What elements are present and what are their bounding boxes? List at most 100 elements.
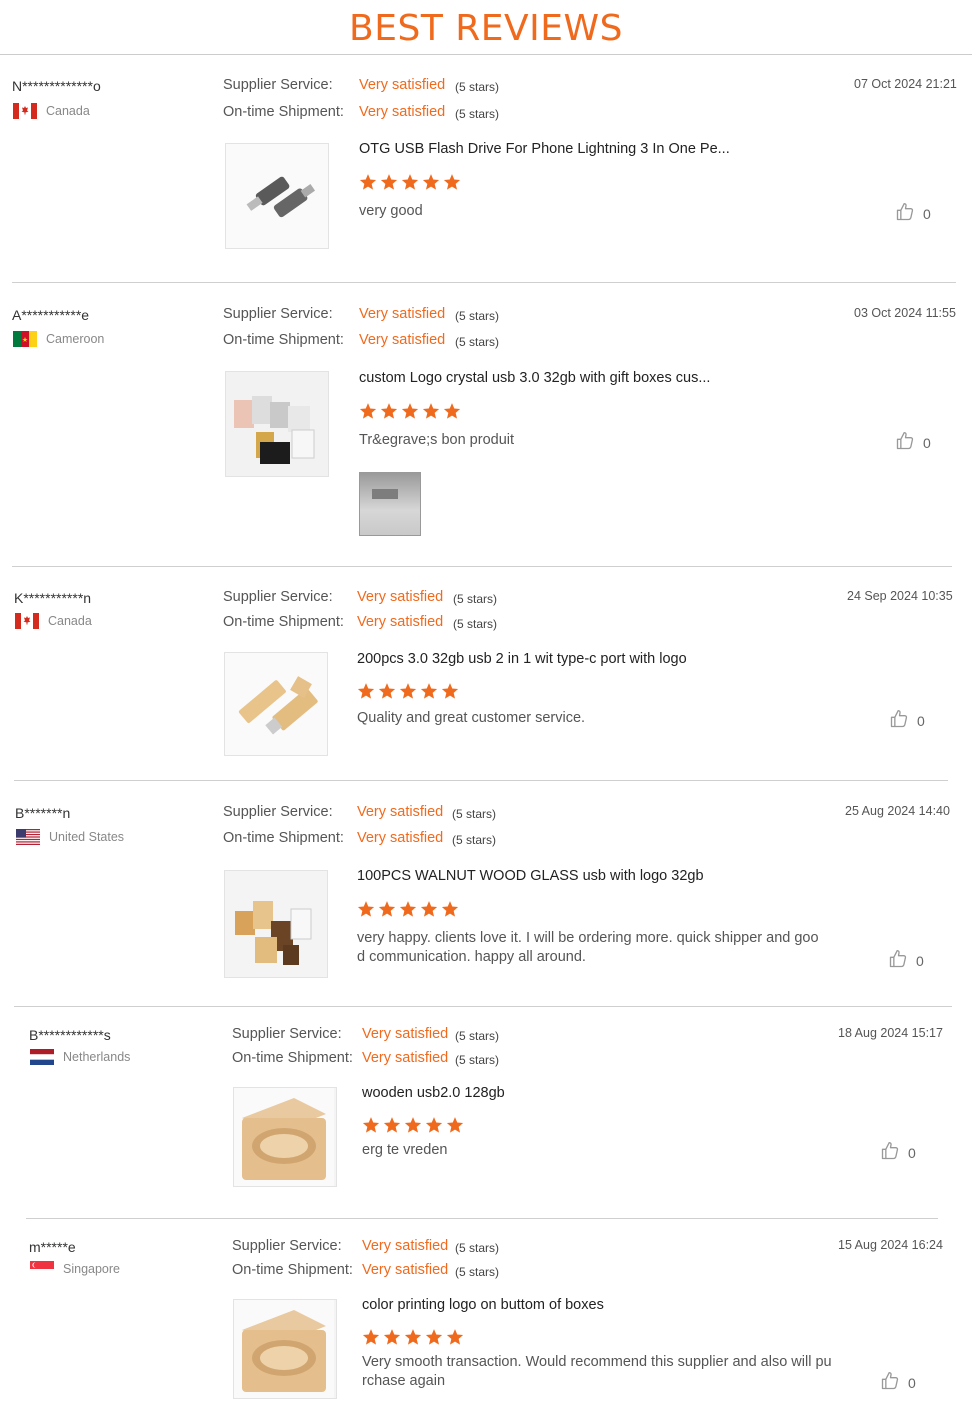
supplier-service-label: Supplier Service: <box>232 1026 342 1042</box>
reviewer-name: B*******n <box>15 805 71 821</box>
review-date: 03 Oct 2024 11:55 <box>854 306 956 320</box>
star-icon <box>420 900 438 918</box>
product-title-link[interactable]: OTG USB Flash Drive For Phone Lightning … <box>359 141 730 157</box>
rating-stars <box>357 682 459 700</box>
rating-stars <box>359 173 461 191</box>
thumbs-up-icon <box>880 1141 900 1164</box>
reviewer-name: B************s <box>29 1027 111 1043</box>
product-title-link[interactable]: color printing logo on buttom of boxes <box>362 1297 604 1313</box>
country-name: Netherlands <box>63 1050 131 1064</box>
reviewer-name: K***********n <box>14 590 92 606</box>
star-icon <box>362 1116 380 1134</box>
like-button[interactable]: 0 <box>895 202 931 225</box>
supplier-service-stars: (5 stars) <box>455 80 500 94</box>
shipment-label: On-time Shipment: <box>223 614 344 630</box>
review-date: 18 Aug 2024 15:17 <box>838 1026 943 1040</box>
product-thumbnail[interactable] <box>225 143 329 249</box>
reviewer-country: United States <box>16 829 124 845</box>
product-title-link[interactable]: 200pcs 3.0 32gb usb 2 in 1 wit type-c po… <box>357 651 687 667</box>
product-title-link[interactable]: wooden usb2.0 128gb <box>362 1085 505 1101</box>
star-icon <box>359 173 377 191</box>
reviewer-country: Canada <box>13 103 90 119</box>
supplier-service-value: Very satisfied <box>362 1238 449 1254</box>
review-comment: very happy. clients love it. I will be o… <box>357 930 819 965</box>
supplier-service-value: Very satisfied <box>359 306 446 322</box>
star-icon <box>425 1116 443 1134</box>
product-thumbnail[interactable] <box>233 1087 337 1187</box>
star-icon <box>399 900 417 918</box>
thumbs-up-icon <box>889 709 909 732</box>
product-title-link[interactable]: custom Logo crystal usb 3.0 32gb with gi… <box>359 370 710 386</box>
review-separator <box>14 1006 952 1007</box>
star-icon <box>441 682 459 700</box>
reviewer-name: N*************o <box>12 78 101 94</box>
star-icon <box>422 173 440 191</box>
review-date: 15 Aug 2024 16:24 <box>838 1238 943 1252</box>
star-icon <box>441 900 459 918</box>
review-separator <box>14 780 948 781</box>
flag-icon <box>15 613 39 629</box>
like-button[interactable]: 0 <box>880 1141 916 1164</box>
product-thumbnail[interactable] <box>224 652 328 756</box>
flag-icon <box>16 829 40 845</box>
star-icon <box>383 1328 401 1346</box>
thumbs-up-icon <box>888 949 908 972</box>
star-icon <box>378 682 396 700</box>
like-button[interactable]: 0 <box>889 709 925 732</box>
product-title-link[interactable]: 100PCS WALNUT WOOD GLASS usb with logo 3… <box>357 868 704 884</box>
like-count: 0 <box>908 1374 916 1391</box>
supplier-service-value: Very satisfied <box>357 804 444 820</box>
star-icon <box>443 173 461 191</box>
thumbs-up-icon <box>895 202 915 225</box>
product-thumbnail[interactable] <box>225 371 329 477</box>
product-thumbnail[interactable] <box>233 1299 337 1399</box>
star-icon <box>378 900 396 918</box>
shipment-stars: (5 stars) <box>455 335 500 349</box>
like-button[interactable]: 0 <box>880 1371 916 1394</box>
supplier-service-label: Supplier Service: <box>223 589 333 605</box>
star-icon <box>446 1328 464 1346</box>
review-comment: very good <box>359 203 423 219</box>
rating-stars <box>359 402 461 420</box>
star-icon <box>362 1328 380 1346</box>
shipment-label: On-time Shipment: <box>232 1262 353 1278</box>
like-button[interactable]: 0 <box>895 431 931 454</box>
supplier-service-label: Supplier Service: <box>232 1238 342 1254</box>
star-icon <box>401 402 419 420</box>
star-icon <box>404 1116 422 1134</box>
reviewer-name: A***********e <box>12 307 90 323</box>
shipment-value: Very satisfied <box>362 1050 449 1066</box>
flag-icon <box>13 103 37 119</box>
supplier-service-stars: (5 stars) <box>455 309 500 323</box>
review-date: 25 Aug 2024 14:40 <box>845 804 950 818</box>
reviewer-country: Netherlands <box>30 1049 130 1065</box>
reviewer-country: Singapore <box>30 1261 120 1277</box>
star-icon <box>420 682 438 700</box>
star-icon <box>399 682 417 700</box>
like-button[interactable]: 0 <box>888 949 924 972</box>
supplier-service-stars: (5 stars) <box>455 1241 500 1255</box>
star-icon <box>357 900 375 918</box>
supplier-service-value: Very satisfied <box>357 589 444 605</box>
star-icon <box>425 1328 443 1346</box>
country-name: Canada <box>46 104 90 118</box>
shipment-label: On-time Shipment: <box>223 104 344 120</box>
country-name: United States <box>49 830 125 844</box>
supplier-service-value: Very satisfied <box>362 1026 449 1042</box>
like-count: 0 <box>923 434 931 451</box>
supplier-service-value: Very satisfied <box>359 77 446 93</box>
review-separator <box>12 566 952 567</box>
review-photo[interactable] <box>359 472 421 536</box>
review-comment: erg te vreden <box>362 1142 448 1158</box>
star-icon <box>357 682 375 700</box>
shipment-stars: (5 stars) <box>452 833 497 847</box>
review-separator <box>26 1218 938 1219</box>
reviewer-country: Canada <box>15 613 92 629</box>
supplier-service-label: Supplier Service: <box>223 804 333 820</box>
rating-stars <box>362 1328 464 1346</box>
supplier-service-label: Supplier Service: <box>223 306 333 322</box>
review-date: 24 Sep 2024 10:35 <box>847 589 953 603</box>
star-icon <box>443 402 461 420</box>
product-thumbnail[interactable] <box>224 870 328 978</box>
reviewer-name: m*****e <box>29 1239 76 1255</box>
